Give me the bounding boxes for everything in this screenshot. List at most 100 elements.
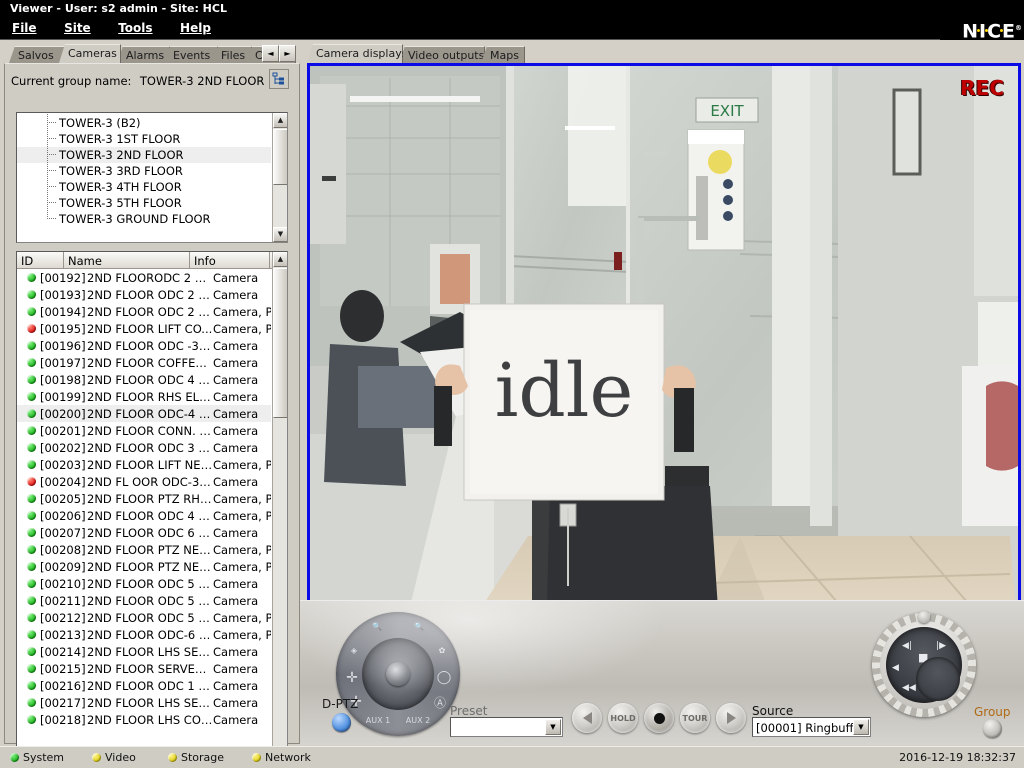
camera-name: 2ND FLOOR LHS COF...	[87, 712, 213, 727]
camera-list-row[interactable]: [00195]2ND FLOOR LIFT CO...Camera, PT	[17, 320, 271, 337]
camera-list-row[interactable]: [00209]2ND FLOOR PTZ NEA...Camera, PT	[17, 558, 271, 575]
status-network[interactable]: Network	[252, 751, 311, 764]
tree-item-tower3-b2[interactable]: TOWER-3 (B2)	[17, 114, 271, 131]
zoom-in-icon[interactable]: 🔍	[362, 622, 392, 631]
chevron-down-icon[interactable]: ▼	[853, 719, 869, 735]
iris-icon[interactable]: ◈	[342, 646, 366, 655]
camera-list-row[interactable]: [00212]2ND FLOOR ODC 5 P...Camera, PT	[17, 609, 271, 626]
video-display[interactable]: EXIT idle REC	[307, 63, 1021, 643]
camera-list-row[interactable]: [00198] 2ND FLOOR ODC 4 G... Camera	[17, 371, 271, 388]
focus-icon[interactable]: ✛	[340, 670, 364, 686]
tab-scroll-left-button[interactable]: ◄	[262, 45, 279, 62]
chevron-down-icon[interactable]: ▼	[545, 719, 561, 735]
tab-maps[interactable]: Maps	[481, 46, 525, 63]
step-reverse-icon[interactable]: ◀|	[902, 641, 912, 651]
column-header-info[interactable]: Info	[190, 252, 270, 268]
tree-item-tower3-ground[interactable]: TOWER-3 GROUND FLOOR	[17, 210, 271, 227]
camera-name: 2ND FLOOR LIFT CO...	[87, 321, 213, 336]
zoom-out-icon[interactable]: 🔍	[404, 622, 434, 631]
play-reverse-icon[interactable]: ◀	[892, 663, 899, 673]
preset-combo[interactable]: ▼	[450, 717, 563, 737]
tree-item-tower3-1st[interactable]: TOWER-3 1ST FLOOR	[17, 130, 271, 147]
camera-list-row[interactable]: [00194]2ND FLOOR ODC 2 P...Camera, PT	[17, 303, 271, 320]
camera-name: 2ND FLOOR ODC 2 P...	[87, 304, 213, 319]
tab-camera-displays[interactable]: Camera displays	[307, 44, 403, 63]
group-tree[interactable]: TOWER-3 (B2) TOWER-3 1ST FLOOR TOWER-3 2…	[16, 112, 288, 243]
camera-list-row[interactable]: [00193] 2ND FLOOR ODC 2 N... Camera	[17, 286, 271, 303]
tab-files[interactable]: Files	[212, 46, 252, 63]
camera-list-vertical-scrollbar[interactable]: ▲ ▼	[272, 252, 287, 768]
menu-item-file[interactable]: File	[0, 17, 49, 35]
hold-button[interactable]: HOLD	[608, 703, 638, 733]
tab-video-outputs[interactable]: Video outputs	[399, 46, 485, 63]
step-forward-icon[interactable]: |▶	[936, 641, 946, 651]
tree-vertical-scrollbar[interactable]: ▲ ▼	[272, 113, 287, 242]
tree-item-tower3-3rd[interactable]: TOWER-3 3RD FLOOR	[17, 162, 271, 179]
scrollbar-thumb[interactable]	[273, 129, 287, 185]
source-combo[interactable]: [00001] Ringbuffer ▼	[752, 717, 871, 737]
step-back-button[interactable]	[572, 703, 602, 733]
camera-list-row[interactable]: [00206]2ND FLOOR ODC 4 P...Camera, PT	[17, 507, 271, 524]
status-bar: System Video Storage Network 2016-12-19 …	[0, 746, 1024, 768]
camera-list-row[interactable]: [00204] 2ND FL OOR ODC-3 N... Camera	[17, 473, 271, 490]
tour-button[interactable]: TOUR	[680, 703, 710, 733]
camera-list-row[interactable]: [00200] 2ND FLOOR ODC-4 G... Camera	[17, 405, 271, 422]
group-toggle-led[interactable]	[983, 719, 1002, 738]
rewind-icon[interactable]: ◀◀	[902, 683, 916, 693]
tab-salvos[interactable]: Salvos	[9, 46, 67, 63]
camera-list-row[interactable]: [00197] 2ND FLOOR COFFEE ... Camera	[17, 354, 271, 371]
jog-center-hub[interactable]	[916, 657, 960, 701]
tree-item-tower3-4th[interactable]: TOWER-3 4TH FLOOR	[17, 178, 271, 195]
tree-view-icon-button[interactable]	[269, 69, 289, 89]
camera-list-row[interactable]: [00196] 2ND FLOOR ODC -3 N... Camera	[17, 337, 271, 354]
focus-near-icon[interactable]: ✿	[430, 646, 454, 655]
camera-list-row[interactable]: [00201] 2ND FLOOR CONN. G... Camera	[17, 422, 271, 439]
aux2-button[interactable]: AUX 2	[402, 716, 434, 725]
aux1-button[interactable]: AUX 1	[362, 716, 394, 725]
camera-list-row[interactable]: [00205]2ND FLOOR PTZ RHS ...Camera, PT	[17, 490, 271, 507]
step-forward-button[interactable]	[716, 703, 746, 733]
scroll-up-icon[interactable]: ▲	[273, 252, 287, 267]
camera-list-row[interactable]: [00211] 2ND FLOOR ODC 5 & ... Camera	[17, 592, 271, 609]
column-header-name[interactable]: Name	[64, 252, 190, 268]
camera-list-row[interactable]: [00215] 2ND FLOOR SERVER ... Camera	[17, 660, 271, 677]
camera-list-row[interactable]: [00202] 2ND FLOOR ODC 3 S... Camera	[17, 439, 271, 456]
tab-scroll-right-button[interactable]: ►	[279, 45, 296, 62]
tree-item-tower3-5th[interactable]: TOWER-3 5TH FLOOR	[17, 194, 271, 211]
status-video[interactable]: Video	[92, 751, 136, 764]
tab-events[interactable]: Events	[164, 46, 218, 63]
dptz-toggle-led[interactable]	[332, 713, 351, 732]
playback-jog-wheel[interactable]: ◀| |▶ ◀ ▶ ◀◀ ▶▶ ■ ❚❚	[872, 611, 976, 717]
camera-list-row[interactable]: [00210] 2ND FLOOR ODC 5 G... Camera	[17, 575, 271, 592]
menu-item-help[interactable]: Help	[168, 17, 223, 35]
tab-cameras[interactable]: Cameras	[59, 44, 121, 63]
jog-face[interactable]: ◀| |▶ ◀ ▶ ◀◀ ▶▶ ■ ❚❚	[886, 627, 962, 703]
camera-list-row[interactable]: [00216] 2ND FLOOR ODC 1 N... Camera	[17, 677, 271, 694]
camera-list-row[interactable]: [00217] 2ND FLOOR LHS SER... Camera	[17, 694, 271, 711]
camera-list-row[interactable]: [00207] 2ND FLOOR ODC 6 G... Camera	[17, 524, 271, 541]
camera-list-row[interactable]: [00213]2ND FLOOR ODC-6 P...Camera, PT	[17, 626, 271, 643]
scrollbar-thumb[interactable]	[273, 268, 287, 418]
tree-item-tower3-2nd[interactable]: TOWER-3 2ND FLOOR	[17, 146, 271, 163]
auto-icon[interactable]: Ⓐ	[428, 694, 452, 711]
camera-list-row[interactable]: [00199] 2ND FLOOR RHS ELE... Camera	[17, 388, 271, 405]
scroll-down-icon[interactable]: ▼	[273, 227, 287, 242]
status-storage[interactable]: Storage	[168, 751, 224, 764]
camera-list-row[interactable]: [00203]2ND FLOOR LIFT NEA...Camera, PT	[17, 456, 271, 473]
scroll-up-icon[interactable]: ▲	[273, 113, 287, 128]
jog-nub-handle[interactable]	[918, 611, 930, 623]
ptz-joystick[interactable]: 🔍 🔍 ◈ ✿ ✛ ◯ ✛ Ⓐ AUX 1 AUX 2	[336, 612, 460, 736]
tab-alarms[interactable]: Alarms	[117, 46, 170, 63]
menu-item-site[interactable]: Site	[52, 17, 103, 35]
camera-list-row[interactable]: [00214] 2ND FLOOR LHS SER... Camera	[17, 643, 271, 660]
record-button[interactable]	[644, 703, 674, 733]
ptz-knob[interactable]	[386, 662, 410, 686]
camera-list[interactable]: ID Name Info [00192] 2ND FLOORODC 2 AT...…	[16, 251, 288, 768]
camera-list-row[interactable]: [00208]2ND FLOOR PTZ NEA...Camera, PT	[17, 541, 271, 558]
column-header-id[interactable]: ID	[17, 252, 64, 268]
menu-item-tools[interactable]: Tools	[106, 17, 164, 35]
camera-list-row[interactable]: [00218] 2ND FLOOR LHS COF... Camera	[17, 711, 271, 728]
status-system[interactable]: System	[10, 751, 64, 764]
camera-list-row[interactable]: [00192] 2ND FLOORODC 2 AT... Camera	[17, 269, 271, 286]
preset-icon[interactable]: ◯	[432, 670, 456, 685]
